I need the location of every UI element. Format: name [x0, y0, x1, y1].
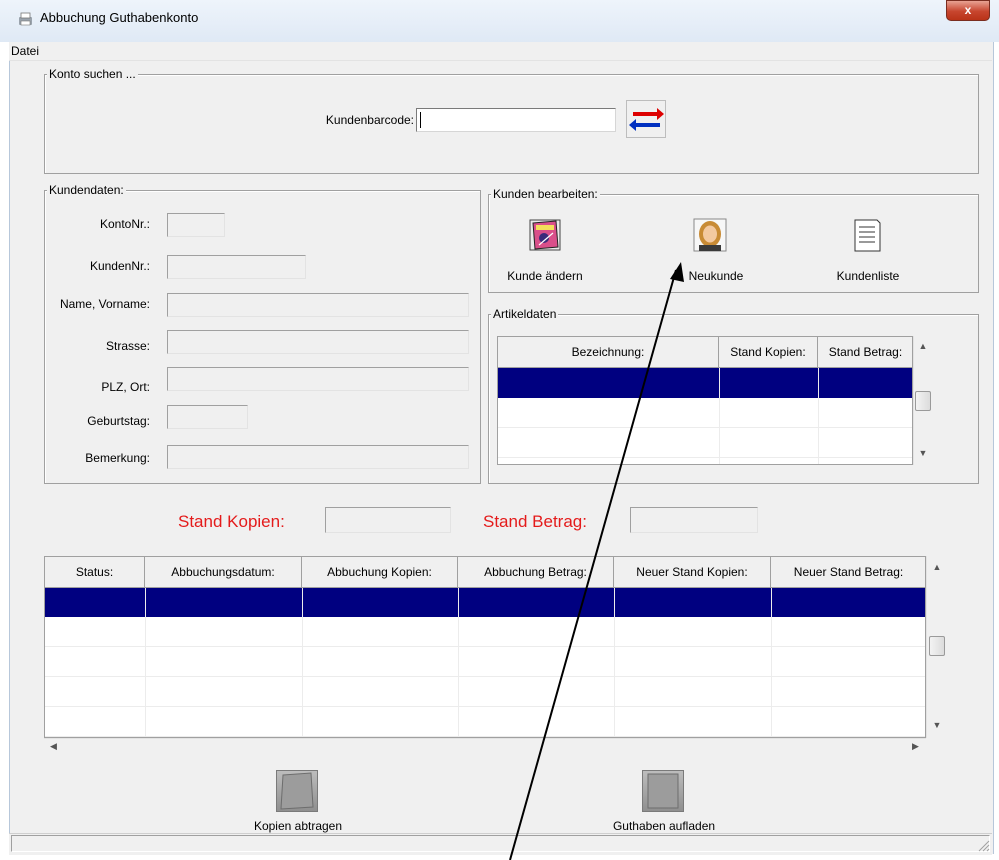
stand-betrag-label: Stand Betrag:	[483, 512, 587, 531]
swap-arrows-icon	[629, 108, 664, 131]
geburtstag-field[interactable]	[167, 405, 248, 429]
kunden-field[interactable]	[167, 255, 306, 279]
kundenliste-button[interactable]	[849, 217, 885, 253]
scroll-down-arrow-icon[interactable]: ▼	[914, 448, 932, 458]
bookings-col-status[interactable]: Status:	[45, 557, 145, 588]
articles-row[interactable]	[498, 428, 912, 458]
bookings-row[interactable]	[45, 707, 925, 737]
disabled-charge-icon	[647, 773, 679, 809]
barcode-label: Kundenbarcode:	[325, 113, 414, 127]
bookings-col-betrag[interactable]: Abbuchung Betrag:	[458, 557, 614, 588]
kunden-label: KundenNr.:	[89, 259, 150, 273]
bookings-col-divider	[302, 588, 303, 737]
bookings-vscroll[interactable]: ▲ ▼	[926, 556, 946, 738]
kunde-aendern-label: Kunde ändern	[507, 269, 583, 283]
search-group-label: Konto suchen ...	[47, 67, 138, 81]
status-panel	[11, 835, 990, 852]
plz-field[interactable]	[167, 367, 469, 391]
bookings-hscroll[interactable]: ◀ ▶	[44, 738, 926, 755]
kundenliste-label: Kundenliste	[836, 269, 900, 283]
kopien-abtragen-label: Kopien abtragen	[253, 819, 343, 833]
bookings-col-divider	[771, 588, 772, 737]
bemerkung-label: Bemerkung:	[85, 451, 150, 465]
kunde-aendern-button[interactable]	[527, 217, 563, 253]
neukunde-label: Neukunde	[688, 269, 744, 283]
articles-col-divider	[719, 368, 720, 464]
name-field[interactable]	[167, 293, 469, 317]
konto-label: KontoNr.:	[99, 217, 150, 231]
articles-table[interactable]: Bezeichnung: Stand Kopien: Stand Betrag:	[497, 336, 913, 465]
menu-datei[interactable]: Datei	[11, 44, 39, 58]
strasse-field[interactable]	[167, 330, 469, 354]
bemerkung-field[interactable]	[167, 445, 469, 469]
scroll-left-arrow-icon[interactable]: ◀	[50, 741, 57, 752]
articles-col-divider	[818, 368, 819, 464]
articles-group-label: Artikeldaten	[491, 307, 559, 321]
articles-col-kopien[interactable]: Stand Kopien:	[719, 337, 818, 368]
konto-field[interactable]	[167, 213, 225, 237]
bookings-row-selected[interactable]	[45, 588, 925, 617]
articles-vscroll[interactable]: ▲ ▼	[913, 336, 931, 465]
guthaben-aufladen-label: Guthaben aufladen	[612, 819, 716, 833]
close-button[interactable]: x	[946, 0, 990, 21]
stand-kopien-field[interactable]	[325, 507, 451, 533]
resize-grip-icon[interactable]	[976, 838, 990, 852]
plz-label: PLZ, Ort:	[101, 380, 150, 394]
swap-button[interactable]	[626, 100, 666, 138]
strasse-label: Strasse:	[105, 339, 150, 353]
bookings-col-divider	[614, 588, 615, 737]
scroll-up-arrow-icon[interactable]: ▲	[927, 562, 947, 572]
articles-row-selected[interactable]	[498, 368, 912, 398]
app-icon	[19, 12, 32, 26]
barcode-input[interactable]	[416, 108, 616, 132]
bookings-col-neuer-betrag[interactable]: Neuer Stand Betrag:	[771, 557, 925, 588]
name-label: Name, Vorname:	[59, 297, 150, 311]
articles-col-bezeichnung[interactable]: Bezeichnung:	[498, 337, 719, 368]
text-cursor	[420, 112, 421, 128]
articles-row[interactable]	[498, 398, 912, 428]
bookings-scroll-thumb[interactable]	[929, 636, 945, 656]
magazine-icon	[529, 219, 561, 251]
bookings-row[interactable]	[45, 677, 925, 707]
edit-group-label: Kunden bearbeiten:	[491, 187, 600, 201]
geburtstag-label: Geburtstag:	[87, 414, 150, 428]
bookings-col-divider	[145, 588, 146, 737]
bookings-row[interactable]	[45, 647, 925, 677]
window-title: Abbuchung Guthabenkonto	[40, 10, 199, 25]
articles-col-betrag[interactable]: Stand Betrag:	[818, 337, 912, 368]
neukunde-button[interactable]	[692, 217, 728, 253]
scroll-down-arrow-icon[interactable]: ▼	[927, 720, 947, 730]
articles-scroll-thumb[interactable]	[915, 391, 931, 411]
bookings-col-kopien[interactable]: Abbuchung Kopien:	[302, 557, 458, 588]
bookings-table[interactable]: Status: Abbuchungsdatum: Abbuchung Kopie…	[44, 556, 926, 738]
disabled-copy-icon	[280, 772, 314, 810]
stand-kopien-label: Stand Kopien:	[178, 512, 285, 531]
kopien-abtragen-button[interactable]	[276, 770, 318, 812]
person-icon	[693, 218, 727, 252]
scroll-right-arrow-icon[interactable]: ▶	[912, 741, 919, 752]
scroll-up-arrow-icon[interactable]: ▲	[914, 341, 932, 351]
bookings-col-datum[interactable]: Abbuchungsdatum:	[145, 557, 302, 588]
customer-group-label: Kundendaten:	[47, 183, 126, 197]
bookings-row[interactable]	[45, 617, 925, 647]
stand-betrag-field[interactable]	[630, 507, 758, 533]
list-document-icon	[854, 219, 881, 252]
bookings-col-neuer-kopien[interactable]: Neuer Stand Kopien:	[614, 557, 771, 588]
guthaben-aufladen-button[interactable]	[642, 770, 684, 812]
menu-bar	[9, 42, 992, 61]
bookings-col-divider	[458, 588, 459, 737]
